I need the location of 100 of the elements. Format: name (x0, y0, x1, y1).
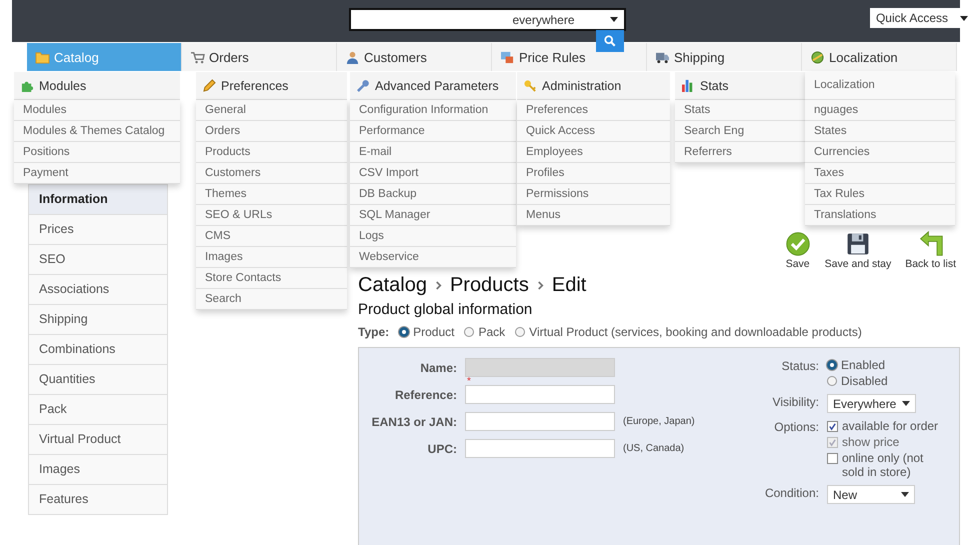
menu-item[interactable]: Products (196, 142, 347, 163)
field-label: EAN13 or JAN: (371, 414, 457, 428)
text-field[interactable] (465, 412, 615, 431)
menu-tab[interactable]: Stats (675, 72, 805, 100)
menu-item[interactable]: States (805, 121, 955, 142)
menu-tab[interactable]: Preferences (196, 72, 347, 100)
checkbox-label: online only (not sold in store) (842, 451, 924, 479)
radio-button[interactable] (827, 360, 837, 370)
menu-item[interactable]: E-mail (350, 142, 516, 163)
product-tab[interactable]: Shipping (28, 305, 168, 335)
menu-item[interactable]: General (196, 100, 347, 121)
wrench-icon (356, 79, 371, 92)
nav-tab[interactable]: Catalog (27, 43, 182, 71)
field-hint: (Europe, Japan) (623, 416, 695, 427)
caret-icon (960, 16, 968, 20)
globe-icon (810, 50, 825, 64)
text-field[interactable] (465, 385, 615, 404)
menu-item[interactable]: Orders (196, 121, 347, 142)
tag-icon (500, 50, 515, 64)
caret-icon (901, 492, 909, 497)
condition-select[interactable]: New (827, 485, 915, 504)
menu-item[interactable]: Quick Access (517, 121, 670, 142)
menu-item[interactable]: Images (196, 247, 347, 268)
field-label: Options: (773, 419, 819, 435)
radio-button[interactable] (515, 327, 526, 337)
menu-item[interactable]: Positions (14, 142, 180, 163)
search-button[interactable] (596, 30, 624, 52)
section-heading: Product global information (358, 301, 534, 320)
required-mark: * (467, 376, 471, 387)
breadcrumb-item[interactable]: Edit (552, 274, 586, 296)
product-tab[interactable]: Quantities (28, 365, 168, 395)
radio-label: Disabled (841, 374, 888, 388)
menu-item[interactable]: Tax Rules (805, 184, 955, 205)
menu-tab[interactable]: Modules (14, 72, 180, 100)
field-label: Visibility: (772, 394, 819, 410)
menu-item[interactable]: Profiles (517, 163, 670, 184)
field-label: UPC: (426, 442, 457, 456)
pencil-icon (202, 79, 217, 92)
puzzle-icon (20, 79, 35, 92)
folder-icon (35, 50, 50, 64)
radio-button[interactable] (827, 376, 837, 386)
menu-item[interactable]: Logs (350, 226, 516, 247)
checkbox[interactable] (827, 453, 838, 464)
field-label: Reference: (394, 388, 457, 402)
field-label: Condition: (764, 485, 819, 501)
visibility-select[interactable]: Everywhere (827, 394, 916, 413)
menu-item[interactable]: Modules & Themes Catalog (14, 121, 180, 142)
chevron-icon (434, 280, 442, 290)
checkmark-icon (784, 231, 811, 257)
menu-tab[interactable]: Administration (517, 72, 670, 100)
product-tab[interactable]: Images (28, 455, 168, 485)
product-tab[interactable]: Pack (28, 395, 168, 425)
menu-item[interactable]: SQL Manager (350, 205, 516, 226)
field-hint: (US, Canada) (623, 443, 686, 454)
menu-item[interactable]: Search (196, 289, 347, 310)
menu-item[interactable]: CSV Import (350, 163, 516, 184)
checkbox-label: show price (842, 435, 900, 449)
checkbox-label: available for order (842, 419, 940, 433)
menu-item[interactable]: DB Backup (350, 184, 516, 205)
menu-item[interactable]: Webservice (350, 247, 516, 268)
breadcrumb-item[interactable]: Catalog (358, 274, 427, 296)
text-field[interactable] (465, 439, 615, 458)
field-label: Name: (419, 360, 457, 374)
menu-item[interactable]: Localization (805, 72, 955, 100)
product-tab[interactable]: Associations (28, 275, 168, 305)
chevron-icon (536, 280, 544, 290)
menu-item[interactable]: Menus (517, 205, 670, 226)
key-icon (523, 79, 538, 92)
menu-item[interactable]: Translations (805, 205, 955, 226)
menu-item[interactable]: Permissions (517, 184, 670, 205)
radio-button[interactable] (464, 327, 474, 337)
menu-tab[interactable]: Advanced Parameters (350, 72, 516, 100)
product-tab[interactable]: SEO (28, 245, 168, 275)
product-tab[interactable]: Information (28, 184, 168, 215)
product-tab[interactable]: Combinations (28, 335, 168, 365)
radio-label: Pack (478, 325, 506, 339)
radio-button[interactable] (399, 327, 410, 337)
menu-item[interactable]: Employees (517, 142, 670, 163)
menu-item[interactable]: Taxes (805, 163, 955, 184)
search-icon (604, 35, 616, 47)
product-tab[interactable]: Features (28, 485, 168, 515)
menu-item[interactable]: CMS (196, 226, 347, 247)
breadcrumb-item[interactable]: Products (450, 274, 529, 296)
menu-item[interactable]: Modules (14, 100, 180, 121)
product-tab[interactable]: Virtual Product (28, 425, 168, 455)
menu-item[interactable]: SEO & URLs (196, 205, 347, 226)
menu-item[interactable]: Preferences (517, 100, 670, 121)
field-label: Status: (780, 358, 819, 374)
menu-item[interactable]: nguages (805, 100, 955, 121)
menu-item[interactable]: Configuration Information (350, 100, 516, 121)
menu-item[interactable]: Performance (350, 121, 516, 142)
checkbox[interactable] (827, 421, 838, 432)
cart-icon (190, 50, 205, 64)
menu-item[interactable]: Customers (196, 163, 347, 184)
menu-item[interactable]: Themes (196, 184, 347, 205)
person-icon (345, 50, 360, 64)
product-tab[interactable]: Prices (28, 215, 168, 245)
menu-item[interactable]: Store Contacts (196, 268, 347, 289)
menu-item[interactable]: Currencies (805, 142, 955, 163)
back-arrow-icon (918, 231, 944, 257)
